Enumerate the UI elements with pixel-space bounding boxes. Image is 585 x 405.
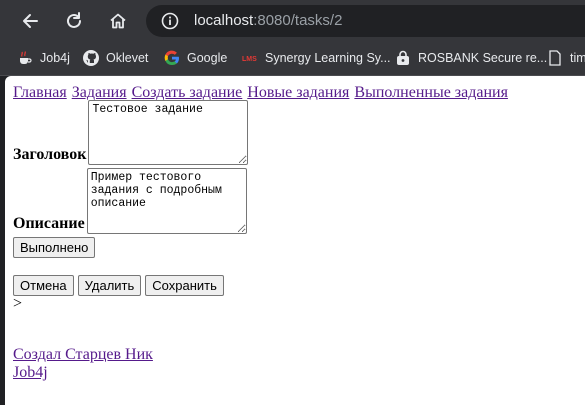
description-label: Описание: [13, 215, 85, 232]
reload-button[interactable]: [61, 8, 87, 34]
footer-job4j-link[interactable]: Job4j: [13, 364, 48, 381]
nav-link-home[interactable]: Главная: [13, 84, 67, 101]
document-icon: [547, 50, 563, 66]
description-textarea[interactable]: Пример тестового задания с подробным опи…: [86, 168, 247, 234]
page-viewport: Главная Задания Создать задание Новые за…: [5, 76, 585, 405]
back-arrow-icon: [23, 14, 38, 28]
back-button[interactable]: [17, 8, 43, 34]
done-button[interactable]: Выполнено: [13, 237, 96, 258]
title-label: Заголовок: [13, 146, 87, 163]
java-cup-icon: [17, 50, 33, 66]
cancel-button[interactable]: Отмена: [13, 275, 74, 296]
action-buttons: Отмена Удалить Сохранить: [13, 275, 509, 296]
synergy-icon: LMS: [242, 50, 258, 66]
github-icon: [83, 50, 99, 66]
svg-text:LMS: LMS: [242, 56, 257, 63]
nav-link-tasks[interactable]: Задания: [72, 84, 127, 101]
delete-button[interactable]: Удалить: [77, 275, 142, 296]
footer-author-link[interactable]: Создал Старцев Ник: [13, 346, 153, 363]
task-form: Заголовок Тестовое задание Описание Прим…: [13, 100, 509, 296]
address-bar[interactable]: localhost:8080/tasks/2: [146, 5, 585, 37]
done-row: Выполнено: [13, 237, 509, 258]
home-button[interactable]: [105, 8, 131, 34]
page-content: Главная Задания Создать задание Новые за…: [13, 84, 509, 382]
description-row: Описание Пример тестового задания с подр…: [13, 168, 509, 234]
footer: Создал Старцев Ник Job4j: [13, 346, 509, 382]
nav-link-done-tasks[interactable]: Выполненные задания: [354, 84, 508, 101]
bookmark-rosbank[interactable]: ROSBANK Secure re...: [395, 50, 547, 66]
stray-text: >: [13, 295, 23, 312]
nav-link-create-task[interactable]: Создать задание: [132, 84, 243, 101]
url-text: localhost:8080/tasks/2: [194, 12, 343, 29]
title-textarea[interactable]: Тестовое задание: [88, 100, 249, 165]
bookmark-tim[interactable]: tim: [547, 50, 585, 66]
bookmark-google[interactable]: Google: [164, 50, 227, 66]
lock-bag-icon: [395, 50, 411, 66]
bookmark-job4j[interactable]: Job4j: [17, 50, 70, 66]
google-icon: [164, 50, 180, 66]
reload-icon: [67, 12, 81, 28]
title-row: Заголовок Тестовое задание: [13, 100, 509, 165]
top-nav: Главная Задания Создать задание Новые за…: [13, 84, 509, 102]
home-icon: [110, 13, 126, 29]
save-button[interactable]: Сохранить: [145, 275, 224, 296]
site-info-icon[interactable]: [161, 12, 179, 30]
bookmark-oklevet[interactable]: Oklevet: [83, 50, 148, 66]
bookmarks-bar: Job4j Oklevet Google LMS Synergy Learnin…: [0, 42, 585, 76]
browser-toolbar: localhost:8080/tasks/2: [0, 0, 585, 42]
bookmark-synergy[interactable]: LMS Synergy Learning Sy...: [242, 50, 391, 66]
nav-link-new-tasks[interactable]: Новые задания: [247, 84, 349, 101]
